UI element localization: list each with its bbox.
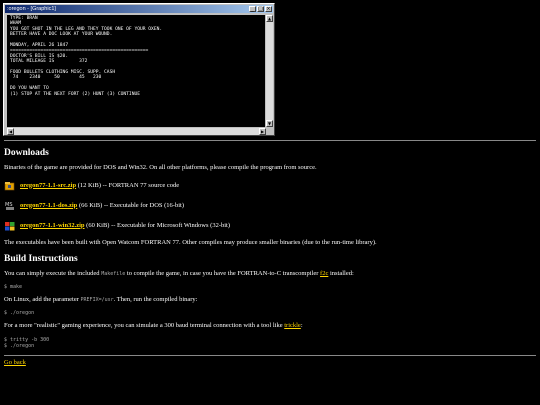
downloads-heading: Downloads [4, 148, 49, 158]
build-paragraph-linux: On Linux, add the parameter PREFIX=/usr.… [4, 296, 198, 304]
horizontal-scrollbar[interactable]: ◀ ▶ [7, 128, 266, 135]
minimize-button[interactable]: _ [249, 6, 256, 12]
maximize-button[interactable]: □ [257, 6, 264, 12]
page-content: Downloads Binaries of the game are provi… [4, 140, 536, 373]
window-title: :oregon - [Graphic1] [7, 6, 56, 12]
windows-icon [4, 220, 16, 232]
scroll-left-button[interactable]: ◀ [7, 128, 14, 135]
build-paragraph-trickle: For a more "realistic" gaming experience… [4, 322, 303, 330]
download-item-dos: MS oregon77-1.1-dos.zip (66 KiB) -- Exec… [4, 199, 536, 213]
scroll-up-button[interactable]: ▲ [266, 15, 273, 22]
prefix-code: PREFIX=/usr [80, 297, 114, 304]
download-link-src[interactable]: oregon77-1.1-src.zip [20, 182, 76, 190]
divider [4, 140, 536, 141]
scroll-down-button[interactable]: ▼ [266, 120, 273, 127]
msdos-icon: MS [4, 200, 16, 212]
oregon-window: :oregon - [Graphic1] _ □ × TYPE: BRAN WH… [3, 3, 275, 136]
download-item-src: oregon77-1.1-src.zip (12 KiB) -- FORTRAN… [4, 179, 536, 193]
download-link-win32[interactable]: oregon77-1.1-win32.zip [20, 222, 85, 230]
archive-icon [4, 180, 16, 192]
downloads-intro: Binaries of the game are provided for DO… [4, 164, 317, 172]
make-command: $ make [4, 284, 23, 291]
vertical-scrollbar[interactable]: ▲ ▼ [266, 15, 273, 127]
makefile-code: Makefile [101, 271, 126, 278]
divider-bottom [4, 354, 536, 356]
download-desc-win32: (60 KiB) -- Executable for Microsoft Win… [86, 221, 231, 229]
terminal-screen[interactable]: TYPE: BRAN WHAM YOU GOT SHOT IN THE LEG … [7, 15, 265, 127]
go-back-link[interactable]: Go back [4, 359, 26, 366]
build-heading: Build Instructions [4, 253, 78, 264]
build-note: The executables have been built with Ope… [4, 238, 377, 246]
trickle-link[interactable]: trickle [284, 322, 301, 329]
download-item-win32: oregon77-1.1-win32.zip (60 KiB) -- Execu… [4, 219, 536, 233]
tritty-command: $ tritty -b 300 $ ./oregon [4, 336, 50, 349]
run-command: $ ./oregon [4, 310, 35, 317]
download-desc-src: (12 KiB) -- FORTRAN 77 source code [77, 181, 180, 189]
close-button[interactable]: × [265, 6, 272, 12]
f2c-link[interactable]: f2c [320, 270, 328, 277]
build-paragraph-make: You can simply execute the included Make… [4, 270, 354, 278]
window-controls: _ □ × [249, 6, 272, 12]
scroll-right-button[interactable]: ▶ [259, 128, 266, 135]
download-link-dos[interactable]: oregon77-1.1-dos.zip [20, 202, 77, 210]
window-titlebar[interactable]: :oregon - [Graphic1] _ □ × [5, 5, 273, 13]
download-desc-dos: (66 KiB) -- Executable for DOS (16-bit) [78, 201, 184, 209]
